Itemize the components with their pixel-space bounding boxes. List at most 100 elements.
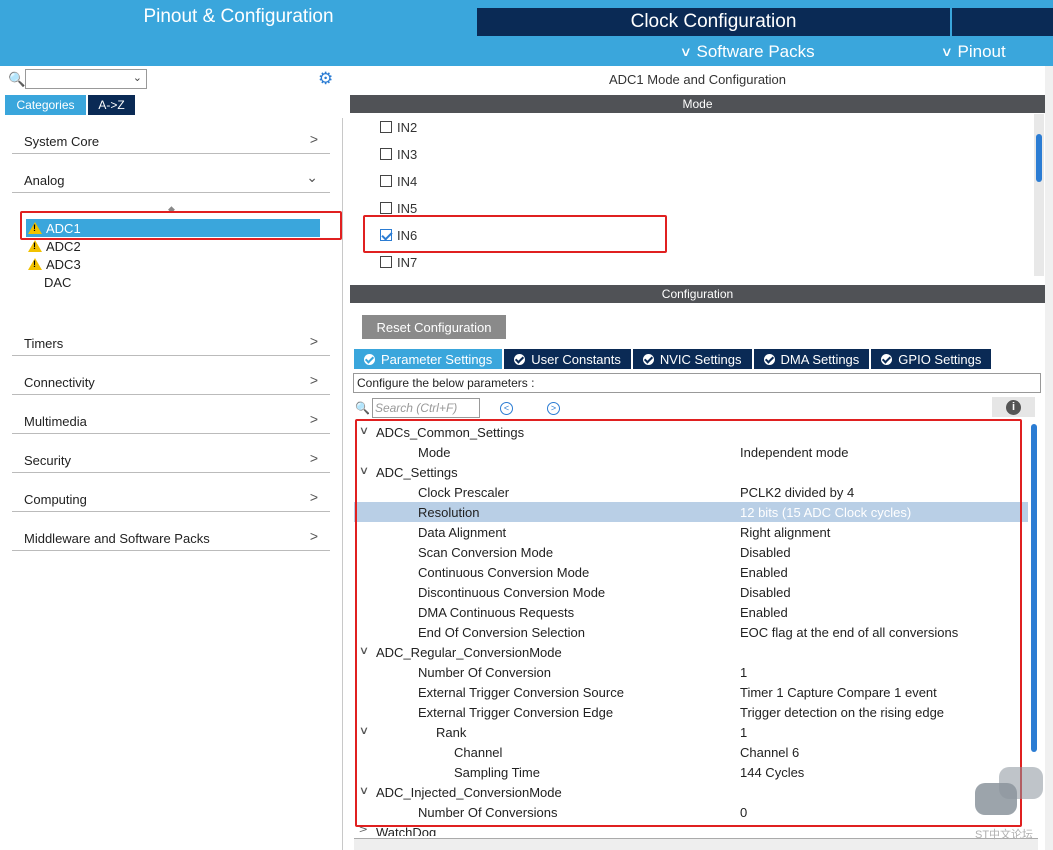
category-label: Middleware and Software Packs <box>24 531 210 546</box>
tab-extra[interactable] <box>952 8 1053 36</box>
configuration-tabs: Parameter Settings User Constants NVIC S… <box>354 349 993 369</box>
configure-label: Configure the below parameters : <box>353 373 1041 393</box>
mode-input-in4[interactable]: IN4 <box>380 172 417 190</box>
check-circle-icon <box>364 353 375 365</box>
item-label: ADC3 <box>46 256 81 272</box>
tab-dma-settings[interactable]: DMA Settings <box>753 349 870 369</box>
tab-user-constants[interactable]: User Constants <box>504 349 631 369</box>
annotation-box-adc1 <box>20 211 342 240</box>
tab-parameter-settings[interactable]: Parameter Settings <box>354 349 503 369</box>
analog-item-adc3[interactable]: ADC3 <box>26 255 320 273</box>
scrollbar-thumb[interactable] <box>1036 134 1042 182</box>
category-timers[interactable]: Timers > <box>12 326 330 356</box>
checkbox[interactable] <box>380 175 392 187</box>
right-edge-strip <box>1045 66 1053 850</box>
mode-input-label: IN7 <box>397 254 418 270</box>
parameter-search: 🔍 Search (Ctrl+F) < > <box>355 397 560 419</box>
check-circle-icon <box>763 353 775 365</box>
software-packs-label: Software Packs <box>696 42 815 61</box>
warning-icon <box>28 258 42 270</box>
search-icon: 🔍 <box>355 401 370 415</box>
mode-input-in7[interactable]: IN7 <box>380 253 417 271</box>
tab-label: User Constants <box>531 351 621 367</box>
pinout-menu[interactable]: ∨ Pinout <box>940 40 1006 64</box>
chevron-right-icon: > <box>309 489 318 505</box>
search-icon: 🔍 <box>8 71 26 87</box>
analog-item-dac[interactable]: DAC <box>26 273 320 291</box>
tab-clock-configuration[interactable]: Clock Configuration <box>477 8 950 36</box>
tab-pinout-configuration[interactable]: Pinout & Configuration <box>0 0 477 36</box>
item-label: DAC <box>44 274 72 290</box>
gear-icon[interactable]: ⚙ <box>318 69 333 89</box>
tab-label: DMA Settings <box>780 351 860 367</box>
warning-icon <box>28 240 42 252</box>
chevron-down-icon: ⌄ <box>306 169 318 185</box>
mode-input-label: IN4 <box>397 173 418 189</box>
reset-configuration-button[interactable]: Reset Configuration <box>362 315 506 339</box>
top-bar: Pinout & Configuration Clock Configurati… <box>0 0 1053 66</box>
pinout-label: Pinout <box>957 42 1006 61</box>
category-system-core[interactable]: System Core > <box>12 124 330 154</box>
mode-input-label: IN2 <box>397 119 418 135</box>
mode-input-in3[interactable]: IN3 <box>380 145 417 163</box>
parameter-search-input[interactable]: Search (Ctrl+F) <box>371 398 480 418</box>
chevron-right-icon: > <box>309 411 318 427</box>
info-icon: i <box>1006 399 1021 415</box>
chat-bubble-icon <box>973 767 1045 817</box>
categories-panel: 🔍 ⌄ ⚙ Categories A->Z System Core > Anal… <box>2 66 343 850</box>
item-label: ADC2 <box>46 238 81 254</box>
chevron-right-icon: > <box>309 131 318 147</box>
checkbox[interactable] <box>380 256 392 268</box>
chevron-right-icon: > <box>309 528 318 544</box>
category-label: Analog <box>24 173 65 188</box>
mode-input-label: IN3 <box>397 146 418 162</box>
check-circle-icon <box>881 353 893 365</box>
horizontal-scrollbar[interactable] <box>354 838 1038 850</box>
category-multimedia[interactable]: Multimedia > <box>12 404 330 434</box>
software-packs-menu[interactable]: ∨ Software Packs <box>679 40 815 64</box>
mode-input-label: IN5 <box>397 200 418 216</box>
check-circle-icon <box>514 353 526 365</box>
next-result-icon[interactable]: > <box>546 401 560 415</box>
info-button[interactable]: i <box>992 397 1035 417</box>
category-middleware[interactable]: Middleware and Software Packs > <box>12 521 330 551</box>
tab-label: NVIC Settings <box>659 351 742 367</box>
tab-categories[interactable]: Categories <box>5 95 86 115</box>
annotation-box-in6 <box>363 215 667 253</box>
category-label: Multimedia <box>24 414 87 429</box>
previous-result-icon[interactable]: < <box>499 401 513 415</box>
annotation-box-parameters <box>355 419 1022 827</box>
chevron-down-icon[interactable]: ⌄ <box>133 71 142 84</box>
categories-toolbar: 🔍 ⌄ ⚙ Categories A->Z <box>2 66 343 118</box>
category-label: Timers <box>24 336 64 351</box>
tab-a-z[interactable]: A->Z <box>88 95 135 115</box>
chevron-down-icon: ∨ <box>679 44 692 59</box>
category-connectivity[interactable]: Connectivity > <box>12 365 330 395</box>
checkbox[interactable] <box>380 148 392 160</box>
watermark-text: ST中文论坛 <box>975 829 1034 841</box>
category-computing[interactable]: Computing > <box>12 482 330 512</box>
category-search-input[interactable]: ⌄ <box>25 69 147 89</box>
check-circle-icon <box>642 353 654 365</box>
category-security[interactable]: Security > <box>12 443 330 473</box>
checkbox[interactable] <box>380 202 392 214</box>
tab-nvic-settings[interactable]: NVIC Settings <box>632 349 752 369</box>
tab-label: Parameter Settings <box>381 351 493 367</box>
checkbox[interactable] <box>380 121 392 133</box>
category-label: Computing <box>24 492 87 507</box>
chevron-down-icon: ∨ <box>940 44 953 59</box>
mode-scrollbar[interactable] <box>1034 114 1044 276</box>
mode-input-in2[interactable]: IN2 <box>380 118 417 136</box>
mode-header: Mode <box>350 95 1045 113</box>
chevron-right-icon: > <box>309 372 318 388</box>
scrollbar-thumb[interactable] <box>1031 424 1037 752</box>
category-label: System Core <box>24 134 100 149</box>
tab-label: GPIO Settings <box>898 351 982 367</box>
tab-gpio-settings[interactable]: GPIO Settings <box>871 349 992 369</box>
category-analog[interactable]: Analog ⌄ <box>12 163 330 193</box>
chevron-right-icon: > <box>309 450 318 466</box>
category-label: Connectivity <box>24 375 95 390</box>
chevron-right-icon: > <box>309 333 318 349</box>
configuration-header: Configuration <box>350 285 1045 303</box>
category-label: Security <box>24 453 71 468</box>
